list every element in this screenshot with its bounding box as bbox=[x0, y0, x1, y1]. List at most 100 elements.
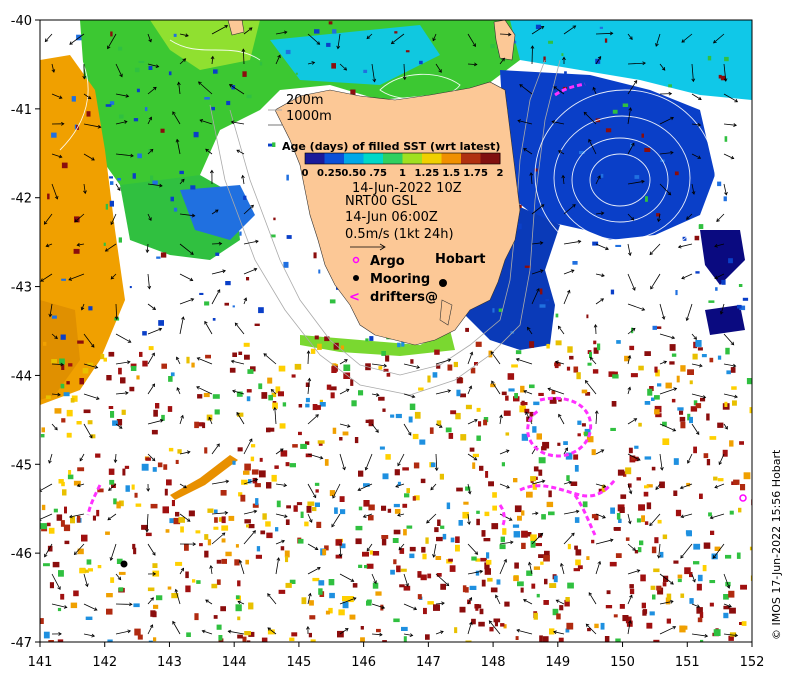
colorbar-segment bbox=[324, 153, 345, 164]
sst-pixel bbox=[393, 529, 401, 535]
sst-pixel bbox=[266, 482, 272, 489]
sst-pixel bbox=[456, 487, 463, 492]
sst-pixel bbox=[365, 419, 372, 423]
sst-pixel bbox=[487, 577, 493, 582]
sst-pixel bbox=[406, 525, 413, 529]
sst-pixel bbox=[587, 362, 592, 366]
sst-pixel bbox=[363, 69, 368, 73]
sst-pixel bbox=[723, 594, 729, 600]
sst-pixel bbox=[248, 524, 255, 529]
sst-pixel bbox=[136, 88, 140, 93]
sst-pixel bbox=[171, 500, 175, 507]
sst-pixel bbox=[417, 574, 421, 578]
sst-pixel bbox=[309, 615, 316, 620]
sst-pixel bbox=[746, 378, 752, 385]
sst-pixel bbox=[481, 530, 486, 537]
sst-pixel bbox=[483, 538, 491, 542]
sst-pixel bbox=[654, 395, 660, 400]
sst-pixel bbox=[133, 603, 140, 608]
sst-pixel bbox=[729, 510, 734, 515]
sst-pixel bbox=[723, 196, 727, 202]
sst-pixel bbox=[244, 463, 251, 471]
colorbar-tick-label: 1.5 bbox=[442, 168, 460, 179]
sst-pixel bbox=[62, 489, 67, 496]
sst-pixel bbox=[204, 97, 210, 100]
sst-pixel bbox=[730, 367, 736, 373]
sst-pixel bbox=[117, 178, 121, 181]
sst-pixel bbox=[278, 365, 286, 372]
sst-pixel bbox=[165, 529, 170, 533]
sst-pixel bbox=[567, 582, 574, 589]
colorbar-tick-label: .75 bbox=[369, 168, 387, 179]
arrow-scale-label: 0.5m/s (1kt 24h) bbox=[345, 227, 454, 242]
sst-pixel bbox=[334, 507, 338, 514]
sst-pixel bbox=[480, 557, 487, 562]
sst-pixel bbox=[120, 377, 126, 384]
sst-pixel bbox=[432, 372, 438, 378]
sst-pixel bbox=[306, 505, 312, 513]
sst-pixel bbox=[502, 528, 507, 535]
sst-pixel bbox=[314, 335, 319, 340]
sst-pixel bbox=[721, 279, 726, 285]
sst-pixel bbox=[423, 607, 427, 615]
sst-pixel bbox=[118, 46, 123, 51]
sst-pixel bbox=[280, 546, 285, 551]
sst-pixel bbox=[682, 625, 688, 630]
sst-pixel bbox=[221, 538, 226, 543]
sst-pixel bbox=[47, 193, 50, 200]
sst-pixel bbox=[673, 458, 679, 465]
sst-pixel bbox=[475, 604, 482, 609]
sst-pixel bbox=[491, 523, 499, 530]
sst-pixel bbox=[743, 472, 751, 480]
sst-pixel bbox=[739, 441, 744, 445]
sst-pixel bbox=[203, 392, 210, 398]
sst-pixel bbox=[485, 471, 489, 478]
colorbar-segment bbox=[383, 153, 403, 164]
sst-pixel bbox=[636, 477, 641, 481]
sst-pixel bbox=[396, 565, 401, 573]
sst-pixel bbox=[529, 384, 535, 389]
sst-pixel bbox=[385, 454, 391, 460]
sst-pixel bbox=[170, 372, 175, 377]
sst-pixel bbox=[752, 640, 757, 645]
sst-pixel bbox=[394, 509, 401, 514]
sst-pixel bbox=[73, 480, 81, 486]
sst-pixel bbox=[73, 248, 80, 254]
sst-pixel bbox=[437, 519, 441, 526]
sst-pixel bbox=[429, 427, 434, 434]
sst-pixel bbox=[77, 467, 85, 472]
sst-pixel bbox=[325, 610, 330, 615]
sst-pixel bbox=[594, 623, 599, 629]
sst-pixel bbox=[472, 453, 479, 458]
sst-pixel bbox=[292, 444, 298, 448]
x-tick-label: 146 bbox=[351, 655, 376, 670]
sst-pixel bbox=[355, 525, 363, 531]
sst-pixel bbox=[324, 459, 329, 466]
sst-pixel bbox=[134, 628, 141, 636]
sst-pixel bbox=[87, 420, 93, 425]
sst-pixel bbox=[360, 637, 365, 642]
sst-pixel bbox=[394, 469, 400, 476]
sst-pixel bbox=[574, 465, 579, 472]
sst-pixel bbox=[642, 610, 647, 616]
sst-pixel bbox=[193, 131, 199, 138]
sst-pixel bbox=[520, 587, 524, 593]
sst-pixel bbox=[358, 390, 364, 396]
sst-pixel bbox=[237, 616, 241, 621]
sst-pixel bbox=[156, 595, 163, 601]
sst-pixel bbox=[194, 421, 199, 429]
sst-pixel bbox=[316, 521, 322, 528]
sst-pixel bbox=[599, 26, 603, 29]
sst-pixel bbox=[577, 565, 583, 570]
y-tick-label: -43 bbox=[11, 281, 32, 296]
y-tick-label: -40 bbox=[11, 14, 32, 29]
sst-pixel bbox=[132, 543, 136, 550]
sst-pixel bbox=[566, 475, 570, 481]
x-tick-label: 149 bbox=[545, 655, 570, 670]
sst-pixel bbox=[736, 552, 741, 559]
sst-pixel bbox=[190, 185, 196, 190]
sst-pixel bbox=[189, 244, 195, 249]
sst-pixel bbox=[514, 505, 522, 513]
sst-pixel bbox=[448, 558, 453, 562]
sst-pixel bbox=[51, 359, 57, 364]
